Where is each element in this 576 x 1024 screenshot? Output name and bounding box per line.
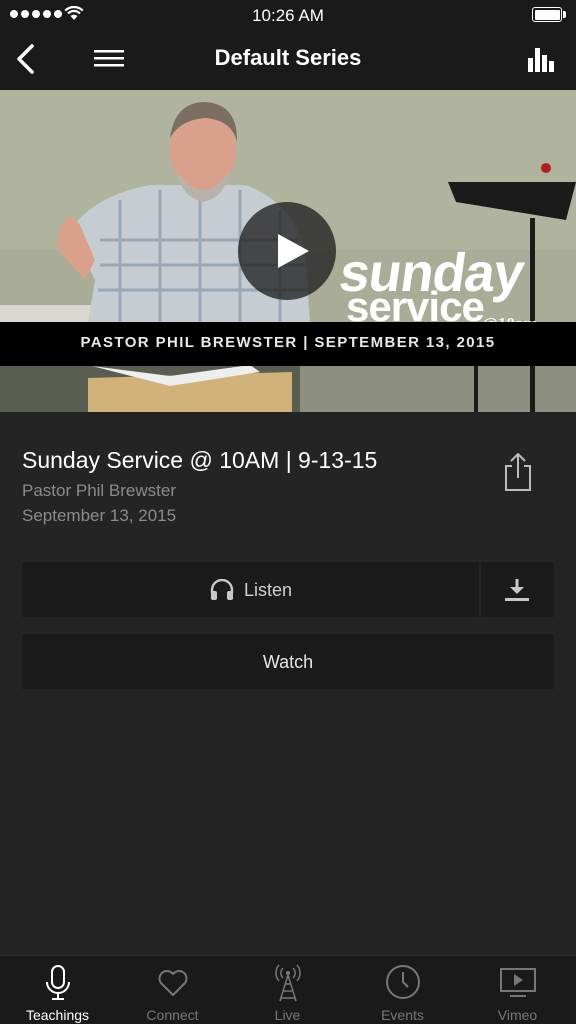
download-button[interactable] bbox=[481, 562, 554, 617]
microphone-icon bbox=[46, 965, 70, 1000]
play-button[interactable] bbox=[238, 202, 336, 300]
status-time: 10:26 AM bbox=[252, 6, 324, 25]
tab-label: Events bbox=[381, 1007, 424, 1023]
tab-label: Live bbox=[274, 1007, 301, 1023]
sermon-thumbnail[interactable]: sunday service @10am PASTOR PHIL BREWSTE… bbox=[0, 90, 576, 412]
tab-live[interactable]: Live bbox=[230, 956, 345, 1024]
tab-events[interactable]: Events bbox=[345, 956, 460, 1024]
tab-label: Teachings bbox=[25, 1007, 90, 1023]
tab-connect[interactable]: Connect bbox=[115, 956, 230, 1024]
clock-icon bbox=[386, 965, 420, 999]
page-title: Default Series bbox=[214, 45, 362, 70]
download-icon bbox=[505, 579, 529, 601]
nav-bar: Default Series bbox=[0, 30, 576, 90]
hamburger-menu-icon bbox=[94, 50, 124, 67]
speaker-banner: PASTOR PHIL BREWSTER | SEPTEMBER 13, 201… bbox=[0, 322, 576, 366]
heart-icon bbox=[158, 970, 188, 996]
back-button[interactable] bbox=[12, 42, 42, 78]
chevron-left-icon bbox=[17, 44, 34, 74]
share-button[interactable] bbox=[500, 451, 536, 493]
watch-label: Watch bbox=[262, 652, 314, 672]
tab-teachings[interactable]: Teachings bbox=[0, 956, 115, 1024]
play-icon bbox=[278, 234, 309, 268]
stats-button[interactable] bbox=[526, 44, 556, 74]
share-icon bbox=[505, 452, 531, 491]
bar-chart-icon bbox=[528, 48, 554, 72]
menu-button[interactable] bbox=[92, 45, 126, 75]
banner-text: PASTOR PHIL BREWSTER | SEPTEMBER 13, 201… bbox=[80, 334, 496, 351]
status-bar: 10:26 AM bbox=[0, 0, 576, 30]
sunday-service-logo: sunday service @10am bbox=[335, 243, 538, 333]
sermon-date: September 13, 2015 bbox=[22, 506, 177, 525]
battery-icon bbox=[532, 7, 566, 22]
listen-label: Listen bbox=[243, 579, 293, 600]
video-play-icon bbox=[500, 968, 536, 997]
listen-button[interactable]: Listen bbox=[22, 562, 479, 617]
watch-button[interactable]: Watch bbox=[22, 634, 554, 689]
tab-label: Vimeo bbox=[497, 1007, 538, 1023]
sermon-title: Sunday Service @ 10AM | 9-13-15 bbox=[22, 447, 378, 473]
headphones-icon bbox=[210, 579, 234, 600]
tab-label: Connect bbox=[146, 1007, 199, 1023]
tab-bar: Teachings Connect Live Events Vimeo bbox=[0, 955, 576, 1024]
broadcast-tower-icon bbox=[275, 964, 301, 1002]
sermon-speaker: Pastor Phil Brewster bbox=[22, 481, 176, 500]
tab-vimeo[interactable]: Vimeo bbox=[460, 956, 575, 1024]
